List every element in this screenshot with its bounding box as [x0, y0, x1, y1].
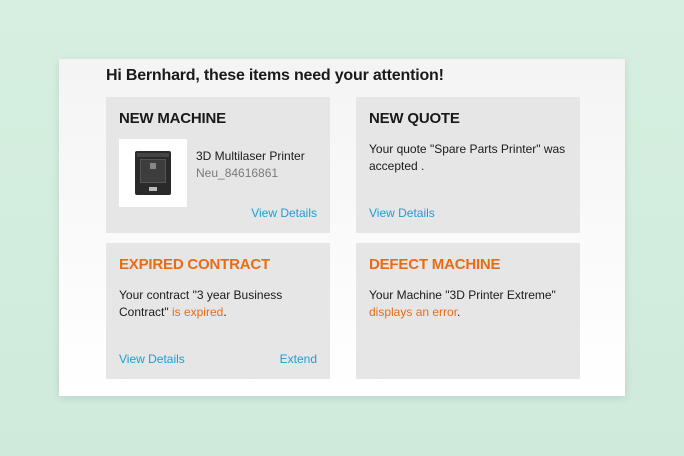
card-message: Your quote "Spare Parts Printer" was acc…	[369, 142, 566, 173]
printer-image	[135, 151, 171, 195]
message-end: .	[223, 305, 227, 319]
message-end: .	[457, 305, 461, 319]
card-message: Your contract "3 year Business Contract"…	[119, 287, 319, 321]
view-details-link[interactable]: View Details	[119, 352, 185, 366]
card-title: EXPIRED CONTRACT	[119, 256, 270, 273]
card-title: DEFECT MACHINE	[369, 256, 501, 273]
page-title: Hi Bernhard, these items need your atten…	[106, 67, 444, 84]
card-title: NEW MACHINE	[119, 110, 226, 127]
message-text: Your Machine "3D Printer Extreme"	[369, 288, 556, 302]
extend-link[interactable]: Extend	[280, 352, 317, 366]
card-new-quote: NEW QUOTE Your quote "Spare Parts Printe…	[356, 97, 580, 233]
view-details-link[interactable]: View Details	[369, 206, 435, 220]
card-title: NEW QUOTE	[369, 110, 460, 127]
machine-name: 3D Multilaser Printer	[196, 149, 305, 163]
attention-panel: Hi Bernhard, these items need your atten…	[59, 59, 625, 396]
message-highlight: displays an error	[369, 305, 458, 319]
card-defect-machine: DEFECT MACHINE Your Machine "3D Printer …	[356, 243, 580, 379]
machine-id: Neu_84616861	[196, 166, 279, 180]
card-expired-contract: EXPIRED CONTRACT Your contract "3 year B…	[106, 243, 330, 379]
card-new-machine: NEW MACHINE 3D Multilaser Printer Neu_84…	[106, 97, 330, 233]
view-details-link[interactable]: View Details	[251, 206, 317, 220]
card-message: Your Machine "3D Printer Extreme" displa…	[369, 287, 569, 321]
machine-thumbnail	[119, 139, 187, 207]
message-highlight: is expired	[171, 305, 224, 319]
